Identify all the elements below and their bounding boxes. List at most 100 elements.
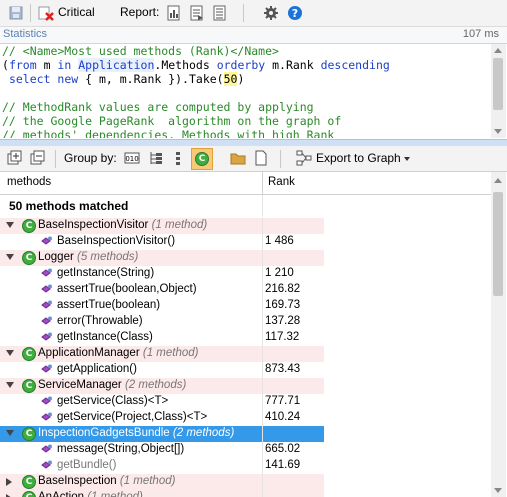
report-doc-icon[interactable] bbox=[189, 5, 205, 21]
report-chart-icon[interactable] bbox=[166, 5, 182, 21]
scroll-down-icon[interactable] bbox=[494, 129, 502, 134]
expand-all-icon[interactable] bbox=[7, 150, 23, 166]
method-count: (2 methods) bbox=[172, 427, 235, 439]
grid-header: methods Rank bbox=[0, 172, 491, 195]
method-icon bbox=[41, 444, 52, 453]
file-icon[interactable] bbox=[253, 150, 269, 166]
method-icon bbox=[41, 284, 52, 293]
method-icon bbox=[41, 332, 52, 341]
save-icon[interactable] bbox=[8, 5, 24, 21]
method-icon bbox=[41, 460, 52, 469]
method-name: assertTrue(boolean) bbox=[57, 299, 161, 311]
class-icon: C bbox=[22, 379, 36, 393]
results-toolbar: Group by: 010 C Export to Graph bbox=[0, 146, 507, 172]
results-scroll-thumb[interactable] bbox=[493, 192, 503, 296]
code-line: // MethodRank values are computed by app… bbox=[2, 100, 314, 114]
method-row[interactable]: assertTrue(boolean,Object) 216.82 bbox=[0, 282, 491, 298]
group-namespace-icon[interactable]: 010 bbox=[124, 150, 140, 166]
type-group-row[interactable]: C ApplicationManager (1 method) bbox=[0, 346, 491, 362]
method-row[interactable]: BaseInspectionVisitor() 1 486 bbox=[0, 234, 491, 250]
type-name-text: ServiceManager bbox=[38, 379, 122, 391]
report-list-icon[interactable] bbox=[212, 5, 228, 21]
folder-icon[interactable] bbox=[230, 150, 246, 166]
type-group-row[interactable]: C Logger (5 methods) bbox=[0, 250, 491, 266]
group-by-label: Group by: bbox=[64, 151, 117, 165]
group-flat-icon[interactable] bbox=[170, 150, 186, 166]
type-group-row[interactable]: C BaseInspectionVisitor (1 method) bbox=[0, 218, 491, 234]
expanded-arrow-icon[interactable] bbox=[6, 254, 14, 260]
editor-scrollbar[interactable] bbox=[491, 44, 506, 138]
rank-value: 1 486 bbox=[265, 235, 294, 247]
code-line: // <Name>Most used methods (Rank)</Name> bbox=[2, 44, 279, 58]
export-graph-icon[interactable] bbox=[296, 150, 312, 166]
type-group-row[interactable]: C InspectionGadgetsBundle (2 methods) bbox=[0, 426, 491, 442]
method-row[interactable]: getBundle() 141.69 bbox=[0, 458, 491, 474]
method-icon bbox=[41, 364, 52, 373]
rank-value: 1 210 bbox=[265, 267, 294, 279]
rank-value: 777.71 bbox=[265, 395, 301, 407]
export-to-graph-button[interactable]: Export to Graph bbox=[316, 151, 401, 165]
rank-value: 410.24 bbox=[265, 411, 301, 423]
expanded-arrow-icon[interactable] bbox=[6, 430, 14, 436]
scroll-down-icon[interactable] bbox=[494, 488, 502, 493]
results-tree: C BaseInspectionVisitor (1 method) BaseIns… bbox=[0, 218, 491, 497]
type-name: BaseInspectionVisitor (1 method) bbox=[38, 219, 207, 231]
group-band bbox=[262, 426, 324, 442]
group-band bbox=[262, 474, 324, 490]
group-type-button[interactable]: C bbox=[191, 148, 213, 170]
settings-icon[interactable] bbox=[263, 5, 279, 21]
expanded-arrow-icon[interactable] bbox=[6, 382, 14, 388]
method-name: error(Throwable) bbox=[57, 315, 143, 327]
type-name: BaseInspection (1 method) bbox=[38, 475, 175, 487]
query-time: 107 ms bbox=[462, 28, 499, 40]
method-row[interactable]: error(Throwable) 137.28 bbox=[0, 314, 491, 330]
group-tree-icon[interactable] bbox=[148, 150, 164, 166]
type-group-row[interactable]: CAnAction (1 method) bbox=[0, 490, 491, 497]
type-name-text: BaseInspection bbox=[38, 475, 117, 487]
results-scrollbar[interactable] bbox=[491, 172, 506, 497]
rank-value: 117.32 bbox=[265, 331, 300, 343]
type-name-text: ApplicationManager bbox=[38, 347, 140, 359]
critical-label[interactable]: Critical bbox=[58, 5, 95, 19]
method-count: (2 methods) bbox=[124, 379, 187, 391]
method-count: (1 method) bbox=[142, 347, 199, 359]
method-row[interactable]: getInstance(String) 1 210 bbox=[0, 266, 491, 282]
type-group-row[interactable]: C BaseInspection (1 method) bbox=[0, 474, 491, 490]
code-line: // the Google PageRank algorithm on the … bbox=[2, 114, 342, 128]
collapse-all-icon[interactable] bbox=[30, 150, 46, 166]
expanded-arrow-icon[interactable] bbox=[6, 222, 14, 228]
class-icon: C bbox=[22, 475, 36, 489]
type-name: AnAction (1 method) bbox=[38, 491, 143, 497]
editor-scroll-thumb[interactable] bbox=[493, 58, 503, 110]
scroll-up-icon[interactable] bbox=[494, 48, 502, 53]
class-icon: C bbox=[22, 251, 36, 265]
group-band bbox=[262, 250, 324, 266]
scroll-up-icon[interactable] bbox=[494, 178, 502, 183]
svg-text:?: ? bbox=[292, 7, 298, 20]
type-name: ServiceManager (2 methods) bbox=[38, 379, 186, 391]
method-row[interactable]: message(String,Object[]) 665.02 bbox=[0, 442, 491, 458]
query-editor[interactable]: // <Name>Most used methods (Rank)</Name>… bbox=[0, 44, 490, 138]
rank-value: 137.28 bbox=[265, 315, 301, 327]
type-name-text: AnAction bbox=[38, 491, 85, 497]
help-icon[interactable]: ? bbox=[287, 5, 303, 21]
main-toolbar: Critical Report: ? bbox=[0, 0, 507, 27]
method-row[interactable]: getInstance(Class) 117.32 bbox=[0, 330, 491, 346]
method-name: getService(Class)<T> bbox=[57, 395, 169, 407]
type-group-row[interactable]: C ServiceManager (2 methods) bbox=[0, 378, 491, 394]
method-row[interactable]: getApplication() 873.43 bbox=[0, 362, 491, 378]
code-line: // methods' dependencies. Methods with h… bbox=[2, 128, 335, 138]
critical-rule-icon[interactable] bbox=[38, 5, 54, 21]
column-header-rank[interactable]: Rank bbox=[268, 176, 295, 188]
statistics-label[interactable]: Statistics bbox=[3, 28, 47, 40]
column-header-methods[interactable]: methods bbox=[7, 176, 51, 188]
result-summary: 50 methods matched bbox=[0, 195, 491, 217]
type-name-text: Logger bbox=[38, 251, 74, 263]
expanded-arrow-icon[interactable] bbox=[6, 350, 14, 356]
chevron-down-icon[interactable] bbox=[404, 157, 410, 161]
method-row[interactable]: getService(Class)<T> 777.71 bbox=[0, 394, 491, 410]
method-row[interactable]: getService(Project,Class)<T> 410.24 bbox=[0, 410, 491, 426]
type-name: InspectionGadgetsBundle (2 methods) bbox=[38, 427, 234, 439]
collapsed-arrow-icon[interactable] bbox=[6, 478, 12, 486]
method-row[interactable]: assertTrue(boolean) 169.73 bbox=[0, 298, 491, 314]
